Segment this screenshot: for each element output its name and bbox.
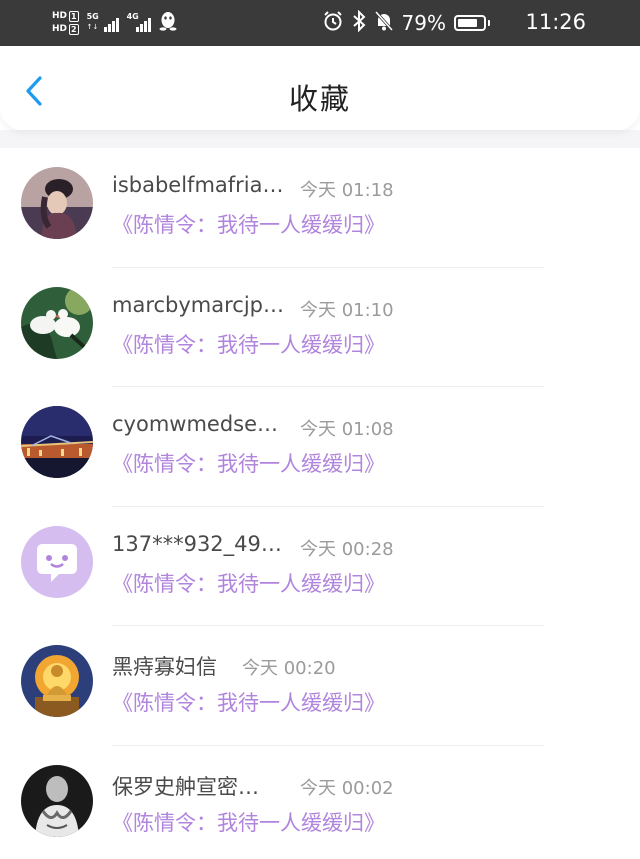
hd-1-label: HD — [52, 11, 68, 21]
item-title: 《陈情令：我待一人缓缓归》 — [112, 213, 385, 237]
status-bar-right: 79% — [322, 9, 490, 37]
battery-percent: 79% — [401, 11, 446, 35]
item-title: 《陈情令：我待一人缓缓归》 — [112, 571, 385, 596]
header-bar: 收藏 — [0, 46, 640, 130]
hd-2-label: HD — [52, 24, 68, 34]
user-name: cyomwmedse… — [112, 412, 279, 436]
item-time: 今天 01:18 — [300, 180, 394, 201]
favorites-list: isbabelfmafria… 今天 01:18 《陈情令：我待一人缓缓归》 m… — [0, 148, 640, 859]
avatar[interactable] — [21, 645, 93, 717]
item-title: 《陈情令：我待一人缓缓归》 — [112, 452, 385, 476]
penguin-icon — [159, 10, 177, 36]
user-name: 137***932_49… — [112, 531, 282, 556]
list-item[interactable]: marcbymarcjp… 今天 01:10 《陈情令：我待一人缓缓归》 — [0, 268, 640, 387]
user-name: 黑痔寡妇信 — [112, 655, 217, 679]
hd-2-num: 2 — [69, 24, 79, 35]
list-item[interactable]: 保罗史舯宣密… 今天 00:02 《陈情令：我待一人缓缓归》 — [0, 746, 640, 859]
avatar[interactable] — [21, 525, 93, 598]
signal-5g-label: 5G — [86, 12, 99, 21]
alarm-icon — [322, 10, 344, 37]
item-time: 今天 00:28 — [300, 538, 394, 560]
status-bar: HD 1 HD 2 5G ↑↓ 4G 79% 11:26 — [0, 0, 640, 46]
bluetooth-icon — [352, 9, 366, 37]
avatar[interactable] — [21, 764, 93, 837]
user-name: isbabelfmafria… — [112, 173, 284, 197]
status-bar-left: HD 1 HD 2 5G ↑↓ 4G — [52, 6, 177, 40]
avatar[interactable] — [21, 406, 93, 478]
item-time: 今天 01:08 — [300, 419, 394, 440]
bell-off-icon — [374, 10, 394, 37]
signal-5g: 5G ↑↓ — [87, 12, 119, 34]
list-item[interactable]: cyomwmedse… 今天 01:08 《陈情令：我待一人缓缓归》 — [0, 387, 640, 507]
section-gap — [0, 130, 640, 148]
list-item[interactable]: 黑痔寡妇信 今天 00:20 《陈情令：我待一人缓缓归》 — [0, 626, 640, 746]
battery-icon — [454, 15, 490, 31]
item-time: 今天 00:02 — [300, 777, 394, 799]
item-time: 今天 01:10 — [300, 299, 394, 321]
item-time: 今天 00:20 — [242, 658, 336, 679]
signal-5g-arrows: ↑↓ — [86, 23, 99, 31]
hd-2: HD 2 — [52, 24, 79, 35]
list-item[interactable]: 137***932_49… 今天 00:28 《陈情令：我待一人缓缓归》 — [0, 507, 640, 626]
hd-indicators: HD 1 HD 2 — [52, 11, 79, 35]
item-title: 《陈情令：我待一人缓缓归》 — [112, 332, 385, 357]
list-item[interactable]: isbabelfmafria… 今天 01:18 《陈情令：我待一人缓缓归》 — [0, 148, 640, 268]
clock: 11:26 — [525, 10, 586, 34]
hd-1: HD 1 — [52, 11, 79, 22]
user-name: 保罗史舯宣密… — [112, 774, 259, 799]
item-title: 《陈情令：我待一人缓缓归》 — [112, 691, 385, 715]
hd-1-num: 1 — [69, 11, 79, 22]
avatar[interactable] — [21, 167, 93, 239]
avatar[interactable] — [21, 286, 93, 359]
signal-bars-icon — [103, 18, 119, 32]
signal-bars-icon — [135, 18, 151, 32]
item-title: 《陈情令：我待一人缓缓归》 — [112, 810, 385, 835]
user-name: marcbymarcjp… — [112, 292, 285, 317]
page-title: 收藏 — [288, 82, 351, 116]
signal-4g: 4G — [127, 12, 151, 34]
